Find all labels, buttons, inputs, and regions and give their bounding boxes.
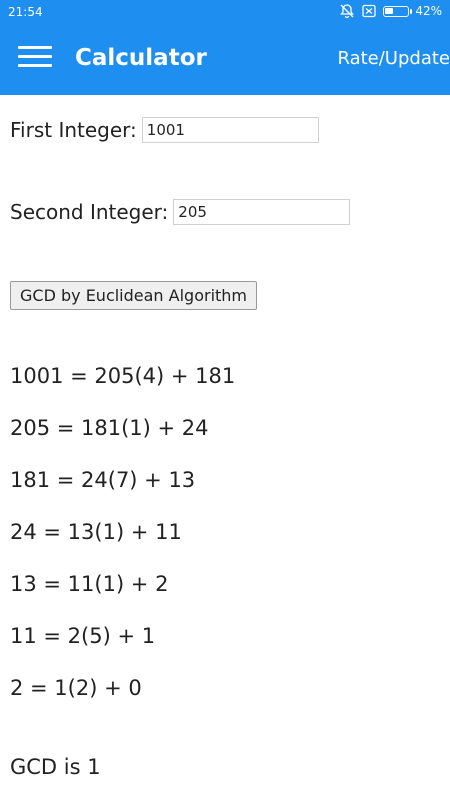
- rate-update-button[interactable]: Rate/Update: [337, 48, 450, 69]
- step-line: 24 = 13(1) + 11: [10, 520, 182, 544]
- steps-list: 1001 = 205(4) + 181 205 = 181(1) + 24 18…: [10, 360, 235, 724]
- battery-fill: [385, 7, 394, 14]
- step-line: 11 = 2(5) + 1: [10, 624, 156, 648]
- first-integer-label: First Integer:: [10, 118, 137, 142]
- status-time: 21:54: [8, 5, 43, 19]
- step-line: 1001 = 205(4) + 181: [10, 364, 236, 388]
- status-icons: 42%: [339, 3, 442, 19]
- hamburger-menu-icon[interactable]: [18, 46, 52, 74]
- no-sim-icon: [362, 4, 376, 18]
- first-integer-input[interactable]: [141, 117, 319, 143]
- step-line: 2 = 1(2) + 0: [10, 676, 142, 700]
- gcd-euclidean-button[interactable]: GCD by Euclidean Algorithm: [10, 281, 258, 310]
- status-bar: 21:54 42%: [0, 0, 450, 24]
- step-line: 13 = 11(1) + 2: [10, 572, 169, 596]
- app-bar: Calculator Rate/Update: [0, 24, 450, 95]
- gcd-result: GCD is 1: [10, 755, 101, 779]
- app-title: Calculator: [75, 45, 207, 71]
- step-line: 205 = 181(1) + 24: [10, 416, 209, 440]
- battery-percent: 42%: [415, 4, 442, 18]
- step-line: 181 = 24(7) + 13: [10, 468, 196, 492]
- second-integer-label: Second Integer:: [10, 200, 169, 224]
- second-integer-row: Second Integer:: [10, 199, 351, 225]
- first-integer-row: First Integer:: [10, 117, 319, 143]
- second-integer-input[interactable]: [173, 199, 351, 225]
- battery-icon: [383, 5, 413, 17]
- muted-bell-icon: [340, 4, 355, 19]
